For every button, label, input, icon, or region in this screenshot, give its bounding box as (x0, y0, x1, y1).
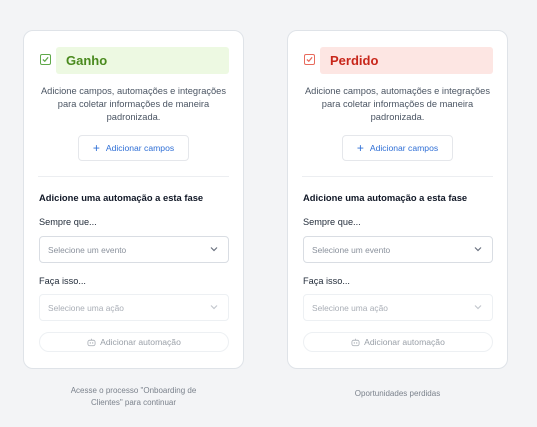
action-label: Faça isso... (39, 276, 86, 286)
event-select[interactable]: Selecione um evento (39, 236, 229, 263)
stage-footer-text: Oportunidades perdidas (354, 389, 441, 398)
add-fields-label: Adicionar campos (105, 143, 175, 153)
automation-section-title: Adicione uma automação a esta fase (303, 192, 468, 203)
stage-title[interactable]: Perdido (320, 47, 493, 74)
stage-card-lost: Perdido Adicione campos, automações e in… (287, 30, 508, 369)
trigger-label: Sempre que... (303, 217, 361, 227)
event-select-placeholder: Selecione um evento (48, 244, 127, 255)
stage-footer-text: Acesse o processo "Onboarding de Cliente… (70, 386, 197, 407)
robot-icon (351, 338, 360, 346)
plus-icon: + (92, 141, 100, 155)
automation-section-title: Adicione uma automação a esta fase (39, 192, 204, 203)
chevron-down-icon (474, 305, 482, 310)
chevron-down-icon (474, 247, 482, 252)
chevron-down-icon (210, 305, 218, 310)
action-select[interactable]: Selecione uma ação (303, 294, 493, 321)
stage-header: Ganho (38, 47, 229, 74)
divider (302, 176, 493, 177)
add-automation-button[interactable]: Adicionar automação (39, 332, 229, 352)
add-fields-label: Adicionar campos (369, 143, 439, 153)
add-automation-button[interactable]: Adicionar automação (303, 332, 493, 352)
checkbox-icon[interactable] (304, 54, 315, 65)
action-label: Faça isso... (303, 276, 350, 286)
stage-description: Adicione campos, automações e integraçõe… (40, 86, 226, 122)
stage-title[interactable]: Ganho (56, 47, 229, 74)
stage-description: Adicione campos, automações e integraçõe… (304, 86, 490, 122)
trigger-label: Sempre que... (39, 217, 97, 227)
event-select[interactable]: Selecione um evento (303, 236, 493, 263)
divider (38, 176, 229, 177)
add-fields-button[interactable]: + Adicionar campos (78, 135, 189, 161)
stage-header: Perdido (302, 47, 493, 74)
action-select-placeholder: Selecione uma ação (312, 302, 388, 313)
checkbox-icon[interactable] (40, 54, 51, 65)
add-automation-label: Adicionar automação (364, 337, 445, 347)
add-fields-button[interactable]: + Adicionar campos (342, 135, 453, 161)
stage-card-won: Ganho Adicione campos, automações e inte… (23, 30, 244, 369)
add-automation-label: Adicionar automação (100, 337, 181, 347)
action-select-placeholder: Selecione uma ação (48, 302, 124, 313)
event-select-placeholder: Selecione um evento (312, 244, 391, 255)
action-select[interactable]: Selecione uma ação (39, 294, 229, 321)
plus-icon: + (356, 141, 364, 155)
robot-icon (87, 338, 96, 346)
chevron-down-icon (210, 247, 218, 252)
